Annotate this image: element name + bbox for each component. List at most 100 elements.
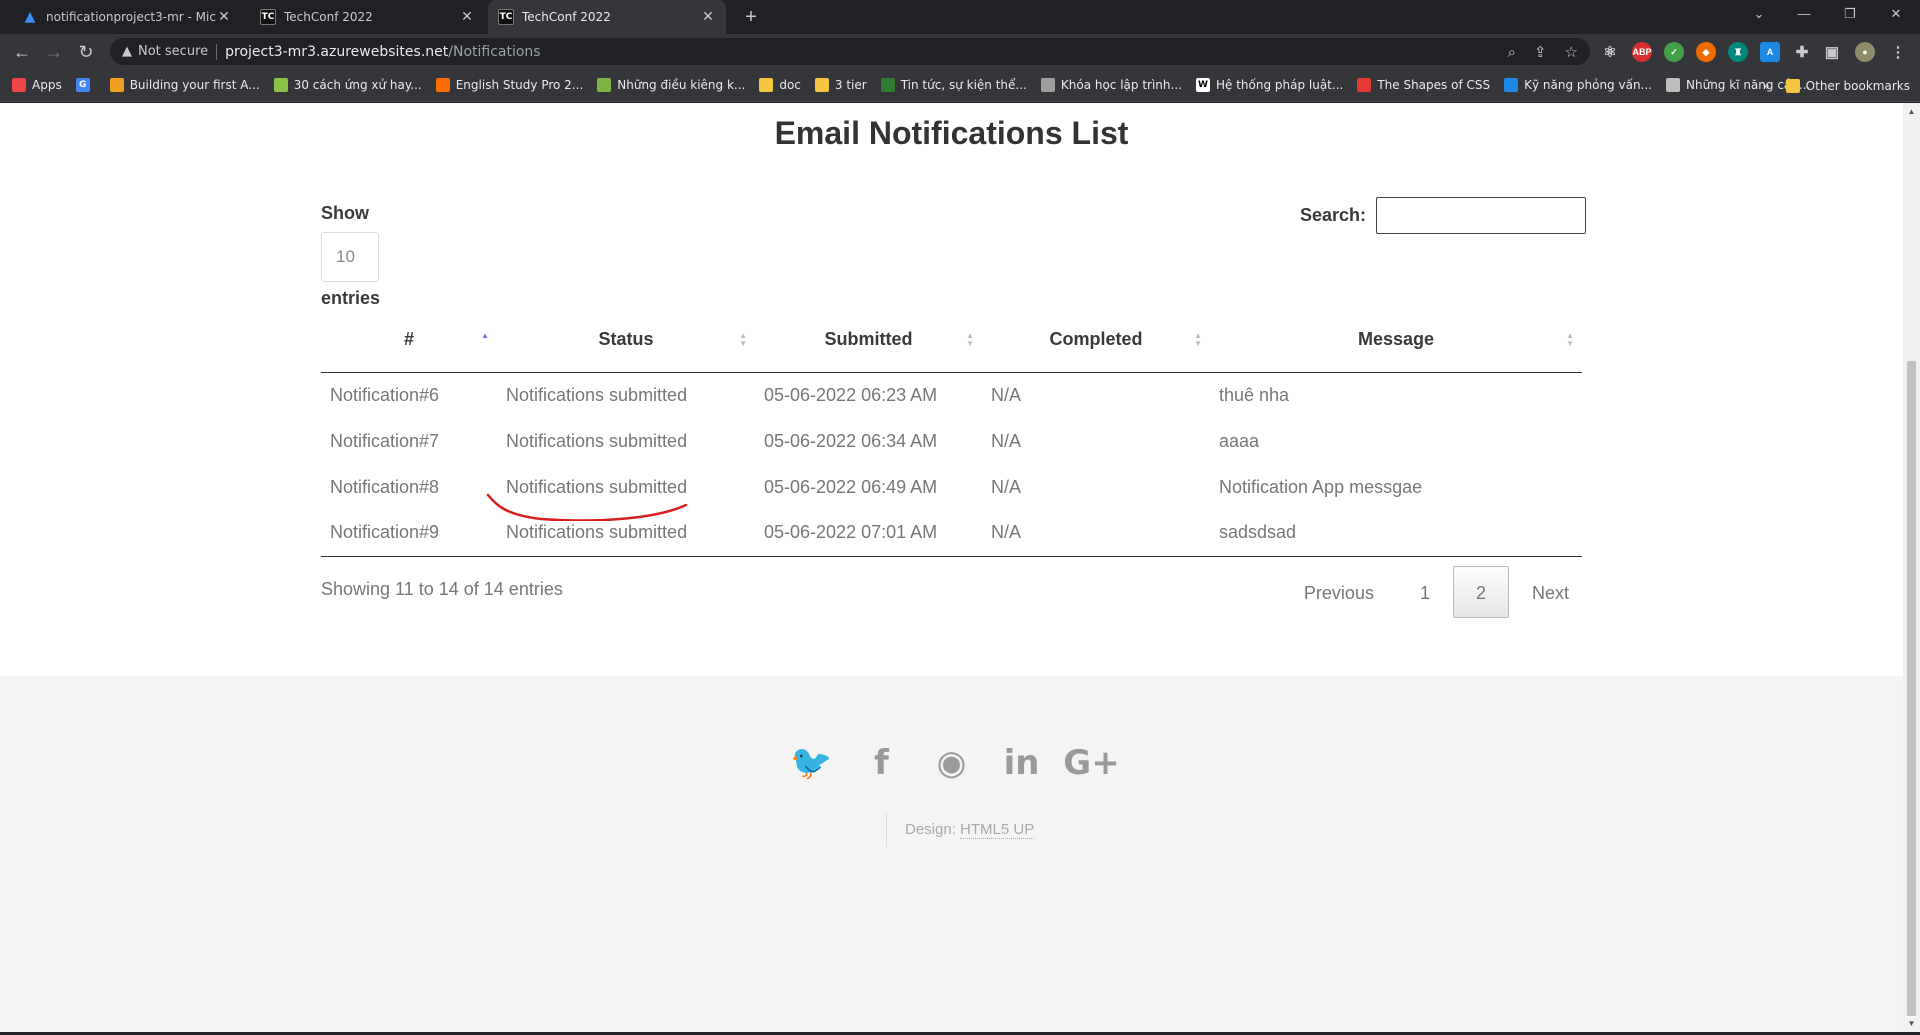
- page-button-1[interactable]: 1: [1397, 566, 1453, 618]
- credits: Design: HTML5 UP: [886, 813, 1035, 847]
- react-devtools-icon[interactable]: ⚛: [1600, 42, 1620, 62]
- bookmark-label: Building your first A...: [129, 78, 260, 92]
- window-close-icon[interactable]: ✕: [1873, 0, 1919, 28]
- tc-icon: TC: [498, 9, 514, 25]
- search-control: Search:: [1300, 197, 1587, 234]
- cell-id: Notification#8: [330, 476, 440, 497]
- column-header-submitted[interactable]: Submitted ▲ ▼: [755, 308, 982, 373]
- pagination: Previous 1 2 Next: [1281, 566, 1592, 618]
- extensions-puzzle-icon[interactable]: ✚: [1792, 42, 1812, 62]
- bookmark-label: Hệ thống pháp luật...: [1215, 78, 1344, 92]
- bookmark-item[interactable]: doc: [759, 78, 801, 92]
- bookmark-item[interactable]: Khóa học lập trình...: [1040, 78, 1182, 92]
- back-icon[interactable]: ←: [8, 38, 36, 66]
- translate-icon[interactable]: A: [1760, 42, 1780, 62]
- new-tab-icon[interactable]: +: [738, 4, 764, 30]
- bookmark-favicon-icon: [1504, 78, 1519, 92]
- bookmark-label: 30 cách ứng xử hay...: [293, 78, 422, 92]
- bookmark-apps[interactable]: Apps: [12, 78, 62, 92]
- design-link[interactable]: HTML5 UP: [960, 821, 1035, 839]
- extension-icon[interactable]: ♜: [1728, 42, 1748, 62]
- bookmark-favicon-icon: [109, 78, 124, 92]
- tab-techconf-1[interactable]: TC TechConf 2022 ✕: [250, 0, 485, 34]
- bookmark-favicon-icon: [1357, 78, 1372, 92]
- column-header-id[interactable]: # ▲: [321, 308, 497, 373]
- side-panel-icon[interactable]: ▣: [1822, 42, 1842, 62]
- menu-kebab-icon[interactable]: ⋮: [1888, 42, 1908, 62]
- sort-icon: ▲ ▼: [1194, 331, 1202, 348]
- bookmark-item[interactable]: Tin tức, sự kiện thể...: [880, 78, 1027, 92]
- cell-id: Notification#7: [330, 430, 440, 451]
- restore-icon[interactable]: ❐: [1827, 0, 1873, 28]
- table-row: Notification#7 Notifications submitted 0…: [321, 418, 1582, 464]
- bookmark-item[interactable]: Kỹ năng phỏng vấn...: [1504, 78, 1652, 92]
- linkedin-icon[interactable]: in: [1001, 742, 1043, 784]
- scroll-up-icon[interactable]: ▲: [1903, 103, 1920, 120]
- adblock-icon[interactable]: ABP: [1632, 42, 1652, 62]
- search-input[interactable]: [1376, 197, 1587, 234]
- more-bookmarks-icon[interactable]: »: [1762, 79, 1769, 93]
- scrollbar-thumb[interactable]: [1907, 361, 1916, 1016]
- entries-label: entries: [321, 288, 381, 308]
- bookmarks-right: » Other bookmarks: [1762, 69, 1910, 102]
- bookmark-item[interactable]: The Shapes of CSS: [1357, 78, 1490, 92]
- design-label: Design:: [905, 821, 956, 838]
- close-icon[interactable]: ✕: [459, 9, 475, 25]
- column-header-status[interactable]: Status ▲ ▼: [497, 308, 755, 373]
- scroll-down-icon[interactable]: ▼: [1903, 1015, 1920, 1032]
- bookmark-item[interactable]: 3 tier: [814, 78, 867, 92]
- entries-select[interactable]: 10: [321, 232, 379, 282]
- bookmark-item[interactable]: English Study Pro 2...: [435, 78, 583, 92]
- cell-submitted: 05-06-2022 06:23 AM: [764, 384, 938, 405]
- metamask-icon[interactable]: ◆: [1696, 42, 1716, 62]
- bookmark-label: Kỹ năng phỏng vấn...: [1524, 78, 1652, 92]
- bookmark-item[interactable]: G: [75, 78, 96, 92]
- minimize-icon[interactable]: —: [1781, 0, 1827, 28]
- bookmark-favicon-icon: [1666, 78, 1680, 92]
- tab-search-icon[interactable]: ⌄: [1736, 0, 1782, 28]
- page-scrollbar[interactable]: ▲ ▼: [1903, 103, 1920, 1032]
- forward-icon[interactable]: →: [40, 38, 68, 66]
- cell-submitted: 05-06-2022 07:01 AM: [755, 510, 982, 557]
- bookmark-item[interactable]: 30 cách ứng xử hay...: [273, 78, 422, 92]
- column-header-completed[interactable]: Completed ▲ ▼: [982, 308, 1210, 373]
- bookmark-item[interactable]: Building your first A...: [109, 78, 260, 92]
- cell-status: Notifications submitted: [506, 384, 688, 405]
- page-button-2[interactable]: 2: [1452, 566, 1509, 618]
- other-bookmarks[interactable]: Other bookmarks: [1785, 78, 1910, 93]
- column-header-message[interactable]: Message ▲ ▼: [1210, 308, 1582, 373]
- close-icon[interactable]: ✕: [216, 9, 232, 25]
- next-button[interactable]: Next: [1509, 566, 1592, 618]
- share-icon[interactable]: ⇪: [1534, 43, 1547, 61]
- tab-techconf-2[interactable]: TC TechConf 2022 ✕: [488, 0, 726, 34]
- table-info: Showing 11 to 14 of 14 entries: [321, 579, 563, 599]
- reload-icon[interactable]: ↻: [72, 38, 100, 66]
- previous-button[interactable]: Previous: [1281, 566, 1397, 618]
- twitter-icon[interactable]: 🐦: [790, 742, 832, 784]
- entries-length-control: Show 10 entries: [321, 203, 380, 309]
- cell-completed: N/A: [991, 430, 1022, 451]
- cell-completed: N/A: [991, 384, 1022, 405]
- not-secure-label: Not secure: [138, 44, 209, 59]
- avatar[interactable]: ●: [1855, 42, 1875, 62]
- bookmark-star-icon[interactable]: ☆: [1565, 43, 1578, 61]
- bookmark-item[interactable]: Những điều kiêng k...: [597, 78, 745, 92]
- bookmark-item[interactable]: W Hệ thống pháp luật...: [1195, 78, 1344, 92]
- tc-icon: TC: [260, 9, 276, 25]
- bookmarks-bar: Apps G Building your first A... 30 cách ứng…: [0, 69, 1920, 102]
- grammar-extension-icon[interactable]: ✓: [1664, 42, 1684, 62]
- apps-grid-icon: [12, 78, 26, 92]
- zoom-icon[interactable]: ⌕: [1508, 43, 1516, 61]
- folder-icon: [1785, 78, 1800, 93]
- divider: [216, 43, 218, 60]
- red-underline-annotation: [486, 493, 688, 521]
- facebook-icon[interactable]: f: [861, 742, 903, 784]
- tab-azure-portal[interactable]: ▲ notificationproject3-mr - Microsc ✕: [12, 0, 242, 34]
- tab-strip: ▲ notificationproject3-mr - Microsc ✕ TC…: [0, 0, 1920, 34]
- address-bar[interactable]: ▲ Not secure project3-mr3.azurewebsites.…: [110, 38, 1590, 65]
- bookmark-label: doc: [779, 78, 801, 92]
- close-icon[interactable]: ✕: [700, 9, 716, 25]
- page-content: Email Notifications List Show 10 entries…: [0, 103, 1903, 1032]
- google-plus-icon[interactable]: G+: [1063, 742, 1119, 784]
- github-icon[interactable]: ◉: [931, 742, 973, 784]
